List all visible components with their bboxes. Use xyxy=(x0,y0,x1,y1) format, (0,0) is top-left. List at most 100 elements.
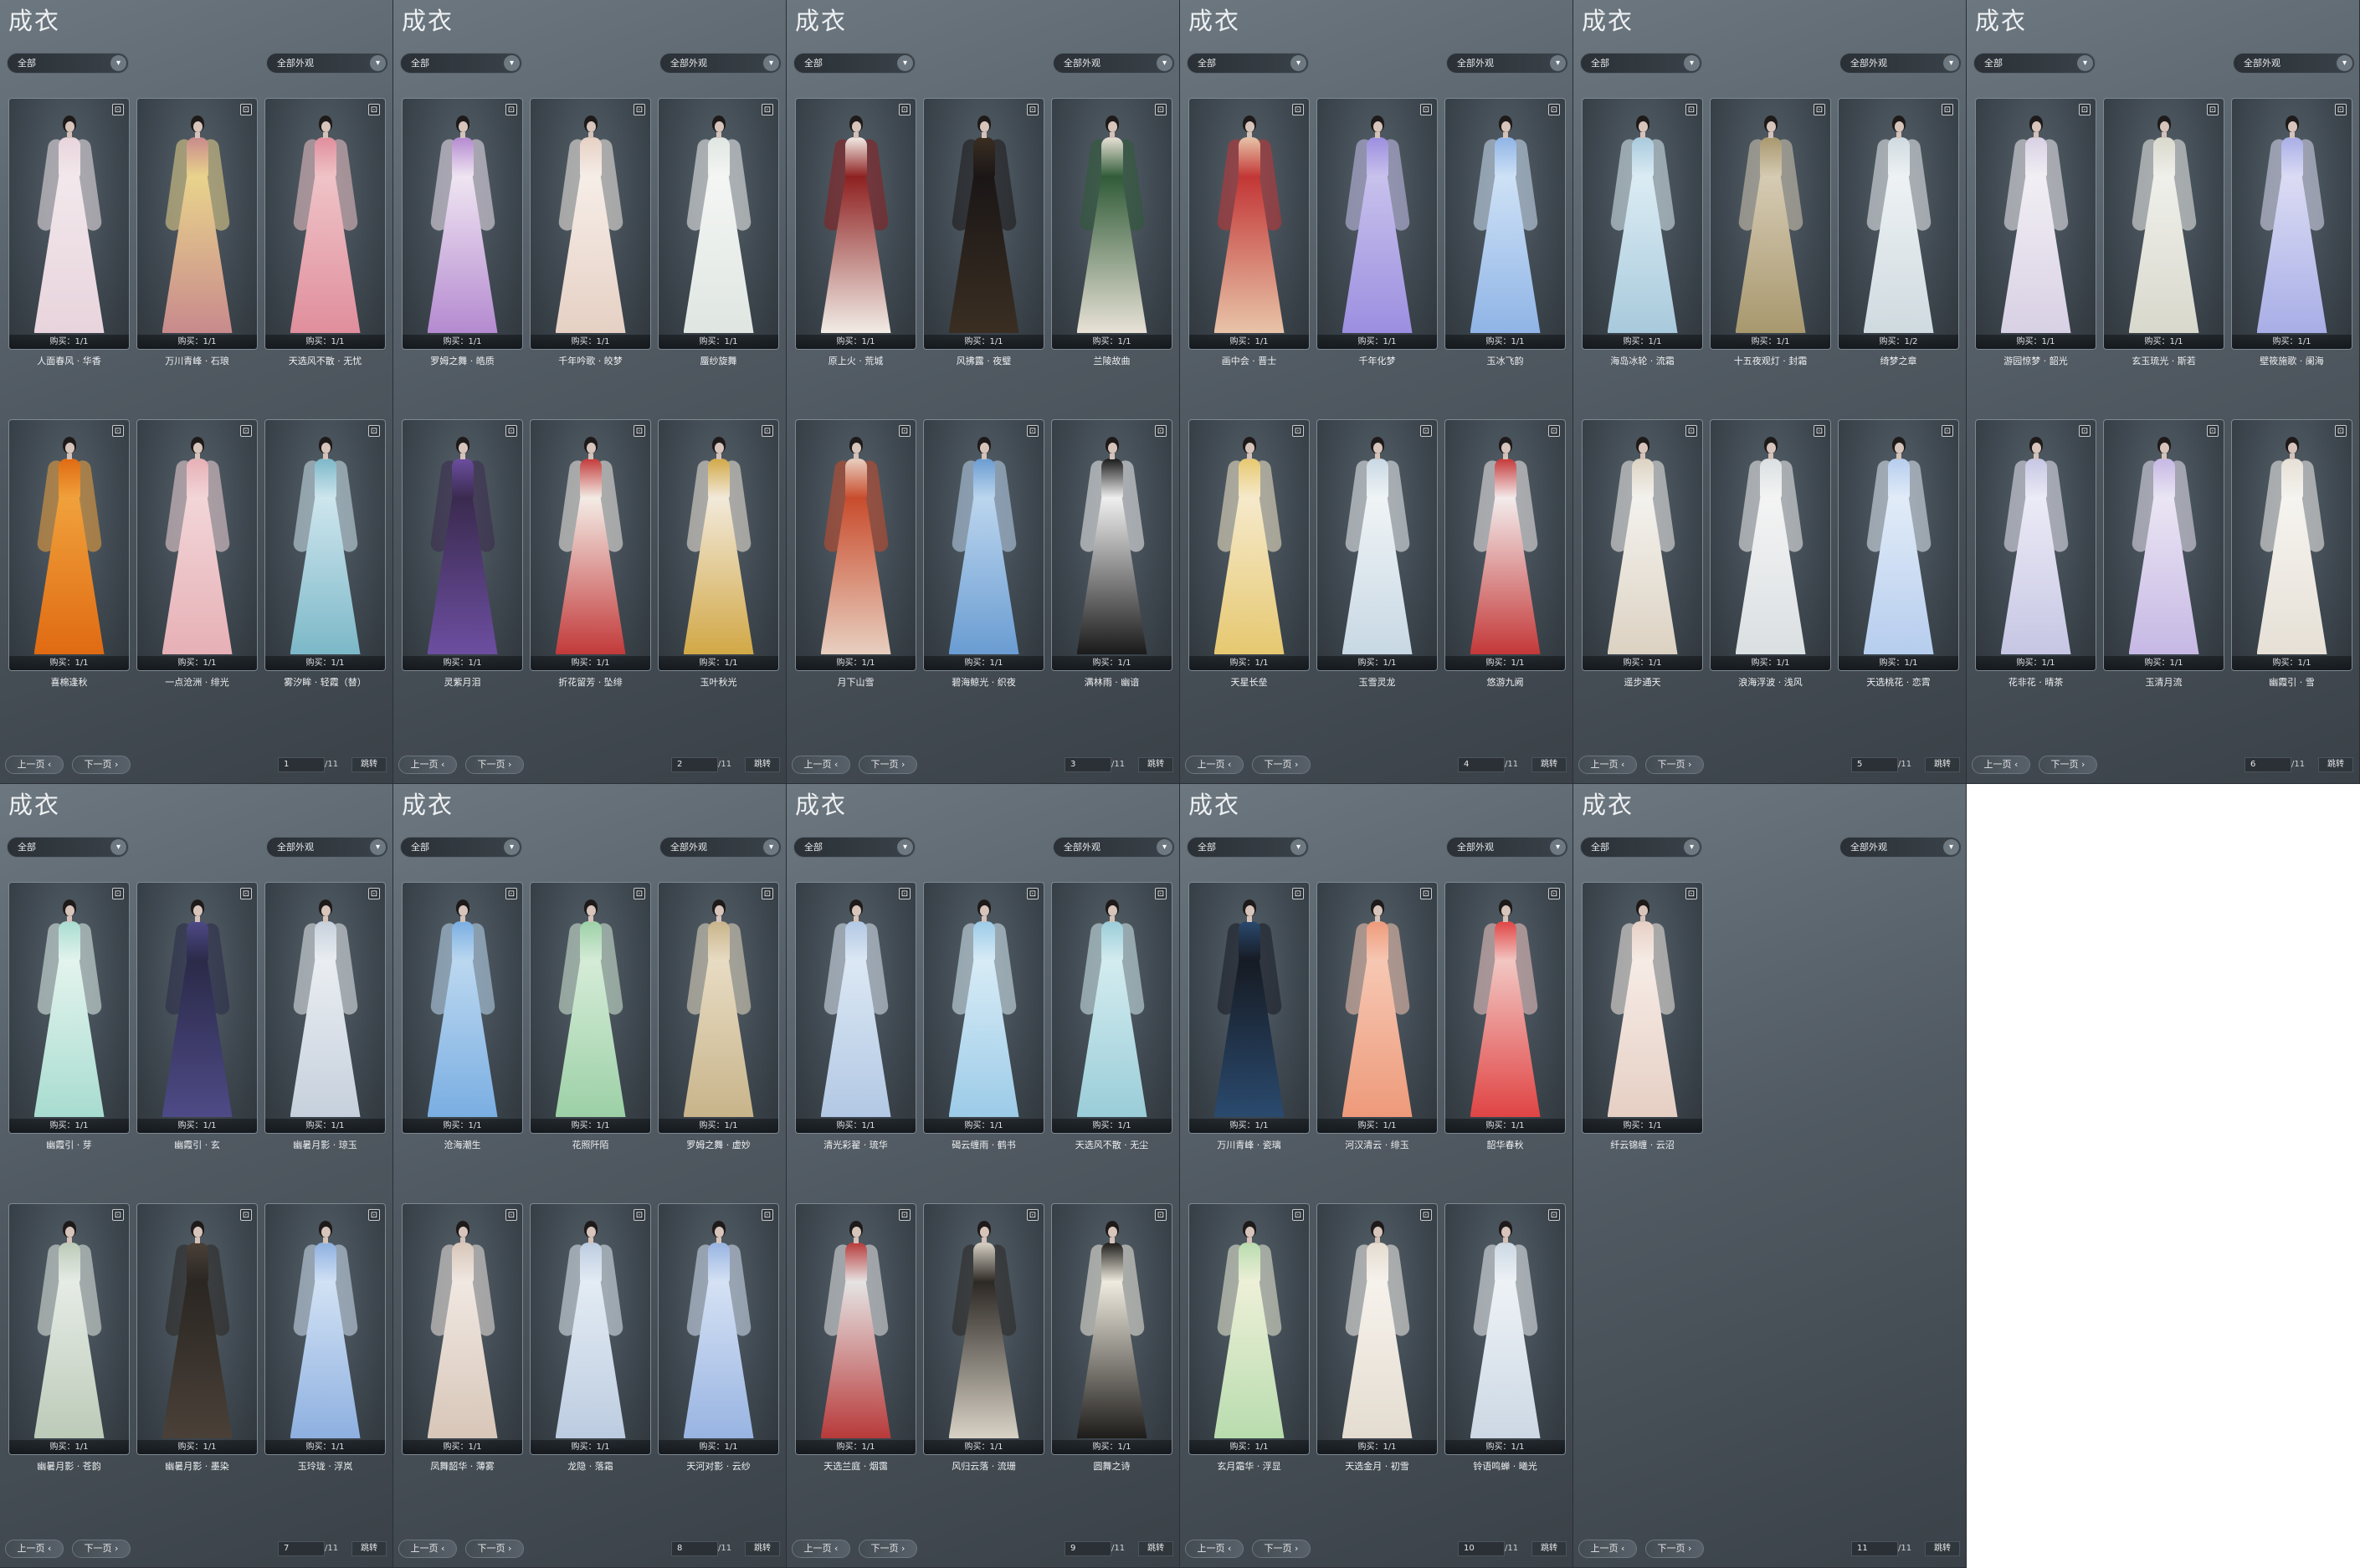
outfit-card[interactable]: ⊡ 购买：1/1 xyxy=(530,419,651,671)
prev-page-button[interactable]: 上一页 ‹ xyxy=(5,756,64,774)
outfit-card[interactable]: ⊡ 购买：1/1 xyxy=(8,98,130,350)
jump-button[interactable]: 跳转 xyxy=(1138,757,1173,772)
outfit-card[interactable]: ⊡ 购买：1/1 xyxy=(530,1203,651,1455)
jump-button[interactable]: 跳转 xyxy=(1138,1541,1173,1556)
appearance-filter-dropdown[interactable]: 全部外观 ▾ xyxy=(266,837,388,858)
outfit-card[interactable]: ⊡ 购买：1/1 xyxy=(530,98,651,350)
outfit-card[interactable]: ⊡ 购买：1/1 xyxy=(1188,882,1310,1134)
outfit-card[interactable]: ⊡ 购买：1/1 xyxy=(530,882,651,1134)
page-number-input[interactable]: 2 xyxy=(671,757,718,772)
outfit-card[interactable]: ⊡ 购买：1/1 xyxy=(795,98,916,350)
outfit-card[interactable]: ⊡ 购买：1/1 xyxy=(2231,98,2352,350)
appearance-filter-dropdown[interactable]: 全部外观 ▾ xyxy=(2233,53,2355,74)
appearance-filter-dropdown[interactable]: 全部外观 ▾ xyxy=(659,53,782,74)
outfit-card[interactable]: ⊡ 购买：1/1 xyxy=(1188,98,1310,350)
outfit-card[interactable]: ⊡ 购买：1/1 xyxy=(2231,419,2352,671)
outfit-card[interactable]: ⊡ 购买：1/1 xyxy=(1582,419,1703,671)
outfit-card[interactable]: ⊡ 购买：1/1 xyxy=(136,98,258,350)
appearance-filter-dropdown[interactable]: 全部外观 ▾ xyxy=(266,53,388,74)
category-filter-dropdown[interactable]: 全部 ▾ xyxy=(7,53,129,74)
outfit-card[interactable]: ⊡ 购买：1/1 xyxy=(8,882,130,1134)
outfit-card[interactable]: ⊡ 购买：1/1 xyxy=(1582,98,1703,350)
outfit-card[interactable]: ⊡ 购买：1/1 xyxy=(1188,1203,1310,1455)
next-page-button[interactable]: 下一页 › xyxy=(859,756,917,774)
jump-button[interactable]: 跳转 xyxy=(1925,757,1960,772)
outfit-card[interactable]: ⊡ 购买：1/1 xyxy=(1444,882,1566,1134)
outfit-card[interactable]: ⊡ 购买：1/1 xyxy=(1051,1203,1172,1455)
outfit-card[interactable]: ⊡ 购买：1/1 xyxy=(1051,882,1172,1134)
page-number-input[interactable]: 5 xyxy=(1851,757,1898,772)
outfit-card[interactable]: ⊡ 购买：1/1 xyxy=(264,419,386,671)
page-number-input[interactable]: 3 xyxy=(1065,757,1111,772)
outfit-card[interactable]: ⊡ 购买：1/1 xyxy=(402,98,523,350)
appearance-filter-dropdown[interactable]: 全部外观 ▾ xyxy=(1839,53,1962,74)
appearance-filter-dropdown[interactable]: 全部外观 ▾ xyxy=(1446,53,1568,74)
outfit-card[interactable]: ⊡ 购买：1/1 xyxy=(923,882,1044,1134)
page-number-input[interactable]: 7 xyxy=(278,1541,325,1556)
page-number-input[interactable]: 1 xyxy=(278,757,325,772)
outfit-card[interactable]: ⊡ 购买：1/1 xyxy=(658,1203,779,1455)
outfit-card[interactable]: ⊡ 购买：1/1 xyxy=(402,882,523,1134)
outfit-card[interactable]: ⊡ 购买：1/1 xyxy=(1051,419,1172,671)
outfit-card[interactable]: ⊡ 购买：1/1 xyxy=(1444,98,1566,350)
appearance-filter-dropdown[interactable]: 全部外观 ▾ xyxy=(1053,53,1175,74)
outfit-card[interactable]: ⊡ 购买：1/1 xyxy=(136,419,258,671)
outfit-card[interactable]: ⊡ 购买：1/1 xyxy=(795,419,916,671)
outfit-card[interactable]: ⊡ 购买：1/1 xyxy=(1444,1203,1566,1455)
category-filter-dropdown[interactable]: 全部 ▾ xyxy=(7,837,129,858)
outfit-card[interactable]: ⊡ 购买：1/1 xyxy=(1316,882,1438,1134)
appearance-filter-dropdown[interactable]: 全部外观 ▾ xyxy=(1839,837,1962,858)
prev-page-button[interactable]: 上一页 ‹ xyxy=(5,1540,64,1558)
next-page-button[interactable]: 下一页 › xyxy=(72,756,131,774)
outfit-card[interactable]: ⊡ 购买：1/1 xyxy=(1710,98,1831,350)
outfit-card[interactable]: ⊡ 购买：1/1 xyxy=(402,419,523,671)
outfit-card[interactable]: ⊡ 购买：1/1 xyxy=(1444,419,1566,671)
page-number-input[interactable]: 9 xyxy=(1065,1541,1111,1556)
outfit-card[interactable]: ⊡ 购买：1/1 xyxy=(658,419,779,671)
category-filter-dropdown[interactable]: 全部 ▾ xyxy=(1973,53,2096,74)
prev-page-button[interactable]: 上一页 ‹ xyxy=(398,1540,457,1558)
jump-button[interactable]: 跳转 xyxy=(351,757,387,772)
page-number-input[interactable]: 8 xyxy=(671,1541,718,1556)
outfit-card[interactable]: ⊡ 购买：1/1 xyxy=(136,1203,258,1455)
prev-page-button[interactable]: 上一页 ‹ xyxy=(792,1540,850,1558)
prev-page-button[interactable]: 上一页 ‹ xyxy=(1578,756,1637,774)
prev-page-button[interactable]: 上一页 ‹ xyxy=(1578,1540,1637,1558)
outfit-card[interactable]: ⊡ 购买：1/1 xyxy=(136,882,258,1134)
outfit-card[interactable]: ⊡ 购买：1/1 xyxy=(1051,98,1172,350)
outfit-card[interactable]: ⊡ 购买：1/1 xyxy=(658,98,779,350)
outfit-card[interactable]: ⊡ 购买：1/1 xyxy=(1710,419,1831,671)
outfit-card[interactable]: ⊡ 购买：1/1 xyxy=(1975,419,2096,671)
outfit-card[interactable]: ⊡ 购买：1/1 xyxy=(658,882,779,1134)
outfit-card[interactable]: ⊡ 购买：1/1 xyxy=(795,1203,916,1455)
page-number-input[interactable]: 4 xyxy=(1458,757,1505,772)
prev-page-button[interactable]: 上一页 ‹ xyxy=(398,756,457,774)
outfit-card[interactable]: ⊡ 购买：1/1 xyxy=(1975,98,2096,350)
outfit-card[interactable]: ⊡ 购买：1/1 xyxy=(923,98,1044,350)
next-page-button[interactable]: 下一页 › xyxy=(859,1540,917,1558)
jump-button[interactable]: 跳转 xyxy=(1531,757,1567,772)
outfit-card[interactable]: ⊡ 购买：1/1 xyxy=(2103,419,2224,671)
jump-button[interactable]: 跳转 xyxy=(351,1541,387,1556)
appearance-filter-dropdown[interactable]: 全部外观 ▾ xyxy=(1053,837,1175,858)
category-filter-dropdown[interactable]: 全部 ▾ xyxy=(793,53,916,74)
next-page-button[interactable]: 下一页 › xyxy=(72,1540,131,1558)
page-number-input[interactable]: 6 xyxy=(2245,757,2291,772)
jump-button[interactable]: 跳转 xyxy=(745,1541,780,1556)
next-page-button[interactable]: 下一页 › xyxy=(1645,756,1704,774)
outfit-card[interactable]: ⊡ 购买：1/1 xyxy=(264,882,386,1134)
next-page-button[interactable]: 下一页 › xyxy=(1252,1540,1311,1558)
outfit-card[interactable]: ⊡ 购买：1/1 xyxy=(8,1203,130,1455)
next-page-button[interactable]: 下一页 › xyxy=(465,756,524,774)
category-filter-dropdown[interactable]: 全部 ▾ xyxy=(1580,53,1702,74)
page-number-input[interactable]: 10 xyxy=(1458,1541,1505,1556)
next-page-button[interactable]: 下一页 › xyxy=(1645,1540,1704,1558)
outfit-card[interactable]: ⊡ 购买：1/1 xyxy=(1316,419,1438,671)
appearance-filter-dropdown[interactable]: 全部外观 ▾ xyxy=(659,837,782,858)
category-filter-dropdown[interactable]: 全部 ▾ xyxy=(1187,837,1309,858)
category-filter-dropdown[interactable]: 全部 ▾ xyxy=(400,837,522,858)
next-page-button[interactable]: 下一页 › xyxy=(2039,756,2097,774)
outfit-card[interactable]: ⊡ 购买：1/1 xyxy=(923,419,1044,671)
outfit-card[interactable]: ⊡ 购买：1/1 xyxy=(795,882,916,1134)
next-page-button[interactable]: 下一页 › xyxy=(465,1540,524,1558)
